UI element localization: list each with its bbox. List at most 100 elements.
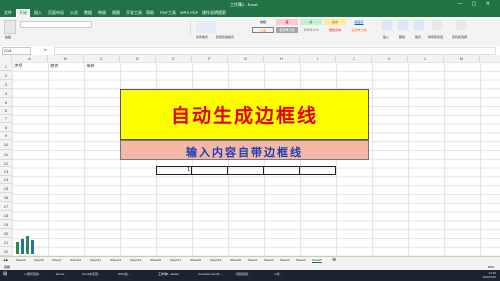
row-header[interactable]: 8 bbox=[0, 123, 12, 132]
column-header[interactable]: I bbox=[300, 55, 336, 62]
row-header[interactable]: 15 bbox=[0, 184, 12, 193]
select-all-corner[interactable] bbox=[0, 55, 12, 62]
tab-home[interactable]: 开始 bbox=[16, 9, 30, 17]
tab-wps-pdf[interactable]: WPS PDF bbox=[180, 10, 198, 15]
system-clock[interactable]: 14:30 2020/5/26 bbox=[483, 271, 496, 279]
row-header[interactable]: 19 bbox=[0, 220, 12, 229]
tab-formulas[interactable]: 公式 bbox=[70, 10, 78, 16]
style-normal[interactable]: 常规 bbox=[252, 19, 274, 25]
alignment-group[interactable] bbox=[100, 21, 191, 35]
column-header[interactable]: F bbox=[192, 55, 228, 62]
row-header[interactable]: 20 bbox=[0, 229, 12, 238]
sheet-tab[interactable]: Sheet1 bbox=[248, 258, 258, 262]
font-format-buttons[interactable] bbox=[20, 29, 90, 34]
column-header[interactable]: J bbox=[336, 55, 372, 62]
sheet-tab[interactable]: Sheet2 bbox=[264, 258, 274, 262]
column-header[interactable]: D bbox=[120, 55, 156, 62]
fx-icon[interactable]: fx bbox=[44, 47, 47, 52]
style-hyperlink[interactable]: 超链接 bbox=[348, 19, 370, 25]
bordered-cell[interactable] bbox=[263, 166, 300, 175]
tab-pdf-tools[interactable]: PDF工具 bbox=[160, 10, 176, 16]
column-header[interactable]: K bbox=[372, 55, 408, 62]
tab-developer[interactable]: 开发工具 bbox=[126, 10, 142, 16]
sheet-tab[interactable]: Sheet13 bbox=[110, 258, 121, 262]
style-linked-cell[interactable]: 链接单元格 bbox=[348, 27, 370, 33]
format-cells-button[interactable]: 格式 bbox=[415, 35, 421, 39]
sort-filter-icon[interactable] bbox=[432, 20, 442, 30]
sheet-tab[interactable]: Sheet19 bbox=[210, 258, 221, 262]
sheet-tab[interactable]: Sheet15 bbox=[190, 258, 201, 262]
paste-button[interactable]: 粘贴 bbox=[5, 35, 11, 39]
cell-b1[interactable]: 姓名 bbox=[50, 63, 58, 69]
zoom-level[interactable]: 90% bbox=[488, 265, 494, 269]
insert-cells-icon[interactable] bbox=[382, 20, 392, 30]
find-select-button[interactable]: 查找和选择 bbox=[452, 35, 467, 39]
row-header[interactable]: 21 bbox=[0, 238, 12, 247]
sheet-tab[interactable]: Sheet20 bbox=[230, 258, 241, 262]
cell-a1[interactable]: 序号 bbox=[14, 63, 22, 69]
bordered-cell[interactable] bbox=[191, 166, 228, 175]
conditional-format-button[interactable]: 条件格式 bbox=[196, 35, 208, 39]
paste-icon[interactable] bbox=[4, 20, 16, 34]
windows-start-icon[interactable]: ⊞ bbox=[3, 271, 7, 277]
formula-input[interactable] bbox=[54, 47, 496, 55]
taskbar-item[interactable]: Word中实现... bbox=[82, 272, 101, 276]
style-neutral[interactable]: 适中 bbox=[324, 19, 346, 25]
sheet-tab[interactable]: Sheet3 bbox=[280, 258, 290, 262]
tab-insert[interactable]: 插入 bbox=[34, 10, 42, 16]
row-header[interactable]: 22 bbox=[0, 247, 12, 256]
row-header[interactable]: 9 bbox=[0, 132, 12, 140]
style-explanatory[interactable]: 解释性文本 bbox=[300, 27, 322, 33]
row-header[interactable]: 14 bbox=[0, 176, 12, 184]
taskbar-item[interactable]: 八角智慧的... bbox=[24, 272, 42, 276]
row-header[interactable]: 17 bbox=[0, 202, 12, 211]
format-as-table-button[interactable]: 套用表格格式 bbox=[216, 35, 234, 39]
row-header[interactable]: 1 bbox=[0, 62, 12, 71]
tab-review[interactable]: 审阅 bbox=[98, 10, 106, 16]
add-sheet-icon[interactable]: ⊕ bbox=[332, 257, 336, 263]
taskbar-item[interactable]: A 新... bbox=[274, 272, 282, 276]
row-header[interactable]: 3 bbox=[0, 80, 12, 89]
column-header[interactable]: A bbox=[12, 55, 48, 62]
cell-e13[interactable]: 1 bbox=[160, 167, 190, 173]
column-header[interactable]: B bbox=[48, 55, 84, 62]
name-box[interactable]: C14 bbox=[2, 47, 31, 55]
sheet-tab[interactable]: Sheet12 bbox=[70, 258, 81, 262]
sheet-tab[interactable]: Sheet17 bbox=[170, 258, 181, 262]
column-header[interactable]: C bbox=[84, 55, 120, 62]
style-good[interactable]: 好 bbox=[300, 19, 322, 25]
taskbar-item[interactable]: 视频剪辑... bbox=[236, 272, 251, 276]
sheet-tab[interactable]: Sheet8 bbox=[34, 258, 44, 262]
tab-file[interactable]: 文件 bbox=[4, 10, 12, 16]
font-name-select[interactable] bbox=[20, 21, 92, 28]
row-header[interactable]: 13 bbox=[0, 167, 12, 176]
row-header[interactable]: 7 bbox=[0, 115, 12, 123]
taskbar-item[interactable]: WPS会... bbox=[118, 272, 130, 276]
sheet-tab[interactable]: Sheet16 bbox=[150, 258, 161, 262]
taskbar-item[interactable]: Camtasia Studio ... bbox=[198, 272, 223, 276]
column-header[interactable]: H bbox=[264, 55, 300, 62]
taskbar-item[interactable]: [Excel... bbox=[56, 272, 67, 276]
tell-me-search[interactable]: 操作说明搜索 bbox=[202, 10, 226, 16]
row-header[interactable]: 10 bbox=[0, 140, 12, 150]
insert-cells-button[interactable]: 插入 bbox=[383, 35, 389, 39]
sheet-tab[interactable]: Sheet4 bbox=[296, 258, 306, 262]
delete-cells-button[interactable]: 删除 bbox=[399, 35, 405, 39]
taskbar-item-active[interactable]: 工作簿1 - Excel bbox=[158, 272, 179, 276]
row-header[interactable]: 12 bbox=[0, 160, 12, 167]
row-header[interactable]: 4 bbox=[0, 89, 12, 98]
row-header[interactable]: 5 bbox=[0, 98, 12, 107]
style-bad[interactable]: 差 bbox=[276, 19, 298, 25]
tab-data[interactable]: 数据 bbox=[84, 10, 92, 16]
cell-c1[interactable]: 年龄 bbox=[86, 63, 94, 69]
window-controls[interactable]: — ▢ ✕ bbox=[457, 1, 494, 7]
row-header[interactable]: 18 bbox=[0, 211, 12, 220]
column-header[interactable]: E bbox=[156, 55, 192, 62]
sheet-tab[interactable]: Sheet7 bbox=[52, 258, 62, 262]
row-header[interactable]: 2 bbox=[0, 71, 12, 80]
style-warning[interactable]: 警告文本 bbox=[324, 27, 346, 33]
row-header[interactable]: 11 bbox=[0, 150, 12, 160]
tab-help[interactable]: 帮助 bbox=[146, 10, 154, 16]
sheet-tab[interactable]: Sheet11 bbox=[90, 258, 101, 262]
style-check-cell[interactable]: 检查单元格 bbox=[276, 27, 298, 33]
